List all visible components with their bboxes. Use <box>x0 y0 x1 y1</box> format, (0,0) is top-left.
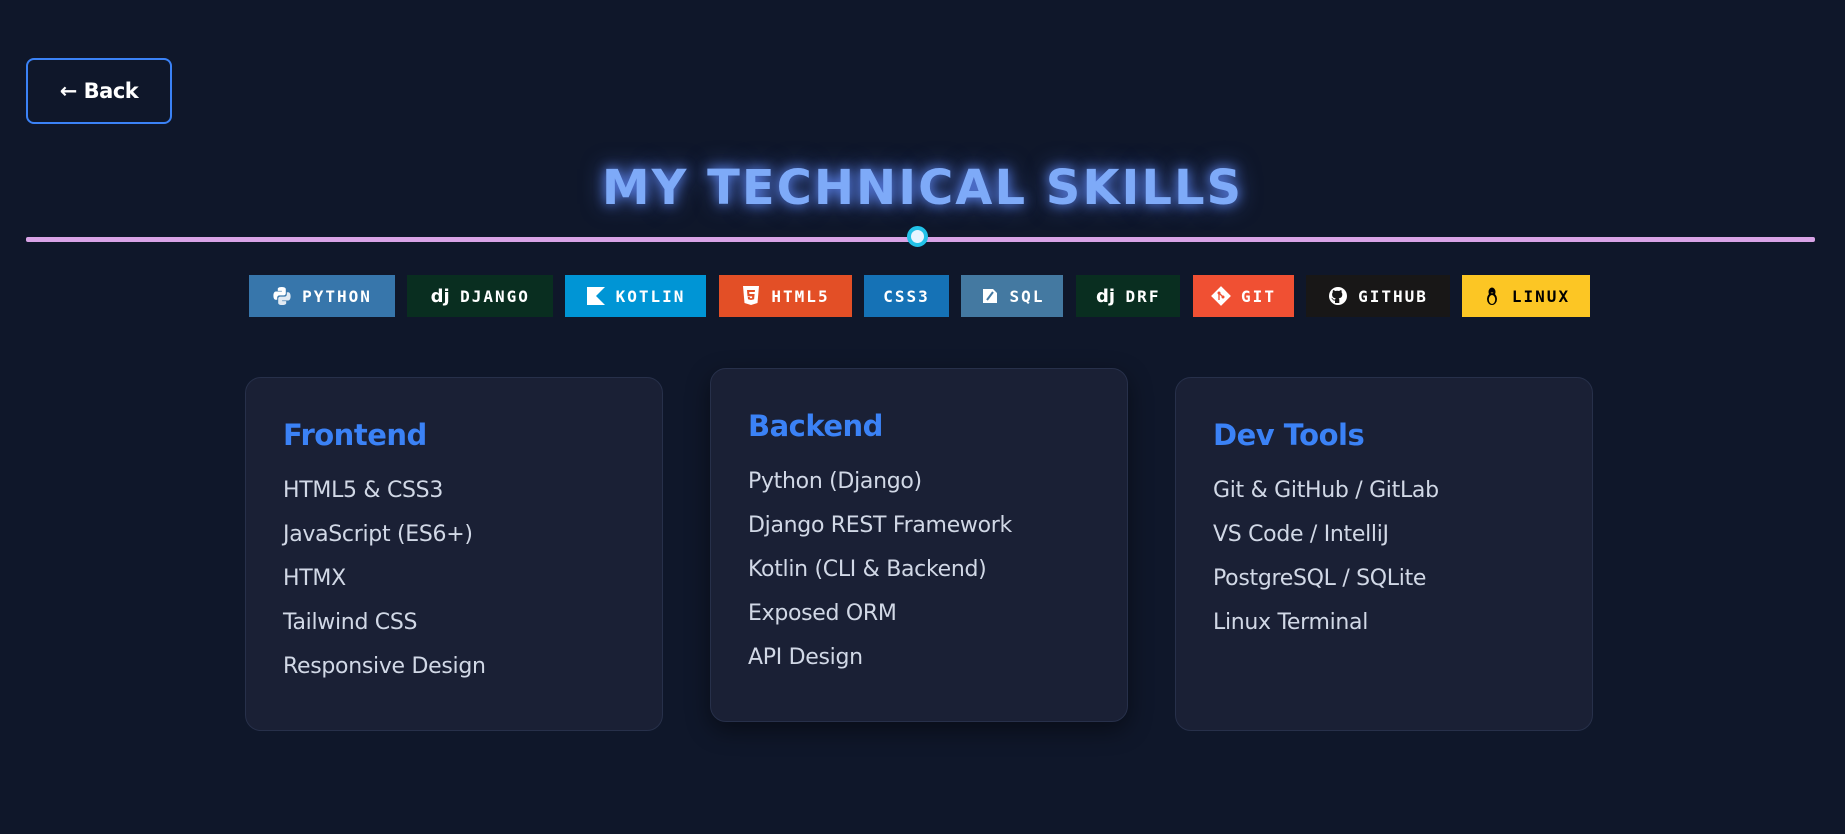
skill-list: Git & GitHub / GitLab VS Code / IntelliJ… <box>1213 469 1439 645</box>
badge-github: GITHUB <box>1306 275 1450 317</box>
skill-card-backend: Backend Python (Django) Django REST Fram… <box>710 368 1128 722</box>
skill-card-dev-tools: Dev Tools Git & GitHub / GitLab VS Code … <box>1175 377 1593 731</box>
django-icon: dj <box>430 285 450 307</box>
skill-list: HTML5 & CSS3 JavaScript (ES6+) HTMX Tail… <box>283 469 486 689</box>
badge-git: GIT <box>1193 275 1294 317</box>
badge-label: KOTLIN <box>615 286 686 306</box>
skill-badges: PYTHON dj DJANGO KOTLIN HTML5 CSS3 SQL d… <box>0 275 1845 317</box>
badge-label: CSS3 <box>883 286 930 306</box>
list-item: Exposed ORM <box>748 601 897 626</box>
divider-knob[interactable] <box>907 226 928 247</box>
badge-css3: CSS3 <box>864 275 949 317</box>
list-item: Python (Django) <box>748 469 922 494</box>
list-item: Kotlin (CLI & Backend) <box>748 557 987 582</box>
back-button[interactable]: ← Back <box>26 58 172 124</box>
badge-label: DRF <box>1125 286 1161 306</box>
card-title: Dev Tools <box>1213 418 1365 452</box>
list-item: Git & GitHub / GitLab <box>1213 478 1439 503</box>
badge-kotlin: KOTLIN <box>565 275 706 317</box>
django-icon: dj <box>1096 285 1116 307</box>
list-item: VS Code / IntelliJ <box>1213 522 1389 547</box>
badge-sql: SQL <box>961 275 1063 317</box>
github-icon <box>1328 286 1348 306</box>
list-item: Linux Terminal <box>1213 610 1369 635</box>
badge-label: GIT <box>1241 286 1276 306</box>
list-item: PostgreSQL / SQLite <box>1213 566 1427 591</box>
badge-label: SQL <box>1009 286 1045 306</box>
badge-label: PYTHON <box>302 286 372 306</box>
badge-label: HTML5 <box>771 286 830 306</box>
badge-linux: LINUX <box>1462 275 1590 317</box>
badge-label: DJANGO <box>460 286 530 306</box>
badge-html5: HTML5 <box>719 275 852 317</box>
kotlin-icon <box>586 286 606 306</box>
badge-django: dj DJANGO <box>407 275 553 317</box>
list-item: JavaScript (ES6+) <box>283 522 473 547</box>
list-item: HTMX <box>283 566 346 591</box>
list-item: Responsive Design <box>283 654 486 679</box>
linux-icon <box>1482 286 1502 306</box>
list-item: Tailwind CSS <box>283 610 418 635</box>
skills-page: ← Back MY TECHNICAL SKILLS PYTHON dj DJA… <box>0 0 1845 834</box>
skill-card-frontend: Frontend HTML5 & CSS3 JavaScript (ES6+) … <box>245 377 663 731</box>
git-icon <box>1211 286 1231 306</box>
python-icon <box>272 286 292 306</box>
page-title: MY TECHNICAL SKILLS <box>601 160 1244 216</box>
list-item: API Design <box>748 645 863 670</box>
sql-icon <box>980 286 1000 306</box>
skill-list: Python (Django) Django REST Framework Ko… <box>748 460 1012 680</box>
html5-icon <box>741 286 761 306</box>
badge-label: LINUX <box>1511 286 1571 306</box>
list-item: Django REST Framework <box>748 513 1012 538</box>
card-title: Backend <box>748 409 883 443</box>
badge-python: PYTHON <box>249 275 395 317</box>
card-title: Frontend <box>283 418 427 452</box>
badge-label: GITHUB <box>1358 286 1428 306</box>
badge-drf: dj DRF <box>1076 275 1180 317</box>
list-item: HTML5 & CSS3 <box>283 478 444 503</box>
